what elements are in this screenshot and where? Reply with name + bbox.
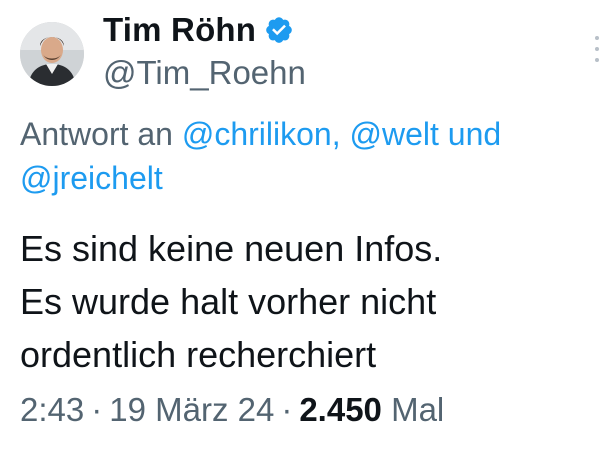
author-name-row[interactable]: Tim Röhn [103, 8, 294, 52]
meta-separator: · [91, 391, 103, 428]
reply-conjunction: und [447, 116, 502, 152]
verified-badge-icon [264, 15, 294, 45]
reply-context: Antwort an @chrilikon, @welt und @jreich… [20, 112, 600, 200]
tweet-meta: 2:43 · 19 März 24 · 2.450 Mal [20, 388, 444, 432]
tweet-card: Tim Röhn @Tim_Roehn Antwort an @chriliko… [0, 0, 612, 451]
meta-separator: · [281, 391, 293, 428]
more-dot [595, 47, 599, 51]
views-label: Mal [391, 391, 445, 428]
tweet-line: Es sind keine neuen Infos. [20, 228, 443, 269]
mention-chrilikon[interactable]: @chrilikon, [182, 116, 341, 152]
more-dot [595, 36, 599, 40]
tweet-line: Es wurde halt vorher nicht [20, 281, 437, 322]
more-dot [595, 58, 599, 62]
mention-welt[interactable]: @welt [350, 116, 439, 152]
avatar[interactable] [20, 22, 84, 86]
tweet-date[interactable]: 19 März 24 [109, 391, 274, 428]
author-display-name[interactable]: Tim Röhn [103, 11, 256, 49]
more-options-icon[interactable] [594, 36, 600, 62]
profile-avatar [20, 22, 84, 86]
tweet-text: Es sind keine neuen Infos. Es wurde halt… [20, 222, 600, 381]
author-handle[interactable]: @Tim_Roehn [103, 54, 306, 92]
tweet-time[interactable]: 2:43 [20, 391, 84, 428]
mention-jreichelt[interactable]: @jreichelt [20, 160, 163, 196]
tweet-line: ordentlich recherchiert [20, 334, 377, 375]
reply-prefix: Antwort an [20, 116, 173, 152]
views-count[interactable]: 2.450 [299, 391, 382, 428]
